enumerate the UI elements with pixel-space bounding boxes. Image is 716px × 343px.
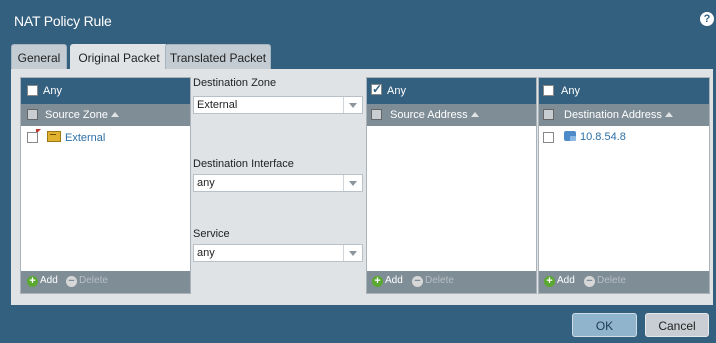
minus-icon: − (412, 276, 423, 287)
source-zone-value[interactable]: External (65, 132, 105, 144)
source-zone-add-button[interactable]: + Add (27, 275, 58, 289)
ok-button[interactable]: OK (572, 313, 637, 337)
destination-address-any-label: Any (561, 85, 580, 97)
delete-label: Delete (79, 275, 108, 286)
nat-policy-rule-dialog: NAT Policy Rule ? General Original Packe… (0, 0, 716, 343)
cancel-button[interactable]: Cancel (645, 313, 709, 337)
source-address-column-label: Source Address (390, 109, 468, 121)
add-label: Add (40, 275, 58, 286)
plus-icon: + (372, 276, 383, 287)
destination-address-add-button[interactable]: + Add (544, 275, 575, 289)
add-label: Add (385, 275, 403, 286)
plus-icon: + (27, 276, 38, 287)
source-zone-any-header: Any (21, 78, 190, 104)
destination-address-any-header: Any (539, 78, 709, 104)
source-zone-delete-button[interactable]: − Delete (66, 275, 108, 289)
service-value: any (197, 247, 215, 259)
chevron-down-icon[interactable] (343, 245, 362, 261)
destination-zone-label: Destination Zone (193, 77, 277, 89)
source-address-any-header: Any (367, 78, 536, 104)
delete-label: Delete (425, 275, 454, 286)
minus-icon: − (66, 276, 77, 287)
source-address-column-header[interactable]: Source Address (367, 104, 536, 126)
source-address-footer: + Add − Delete (367, 271, 536, 293)
dialog-title: NAT Policy Rule (14, 13, 112, 29)
destination-interface-select[interactable]: any (193, 174, 363, 192)
source-zone-grid: Any Source Zone External + Add − Delete (20, 77, 191, 294)
minus-icon: − (584, 276, 595, 287)
tab-translated-packet[interactable]: Translated Packet (165, 44, 271, 70)
source-address-any-checkbox[interactable] (371, 82, 382, 96)
delete-label: Delete (597, 275, 626, 286)
source-address-add-button[interactable]: + Add (372, 275, 403, 289)
source-zone-any-checkbox[interactable] (27, 85, 38, 96)
plus-icon: + (544, 276, 555, 287)
source-address-any-label: Any (387, 85, 406, 97)
address-icon (564, 131, 576, 141)
destination-address-value[interactable]: 10.8.54.8 (580, 131, 626, 143)
source-zone-any-label: Any (43, 85, 62, 97)
tab-original-packet[interactable]: Original Packet (70, 44, 168, 70)
destination-address-grid: Any Destination Address 10.8.54.8 + Add −… (538, 77, 710, 294)
destination-zone-value: External (197, 99, 238, 111)
source-zone-select-all-checkbox[interactable] (27, 109, 38, 120)
table-row[interactable]: External (21, 127, 190, 147)
service-label: Service (193, 228, 230, 240)
destination-address-column-label: Destination Address (564, 109, 662, 121)
source-zone-column-label: Source Zone (45, 109, 108, 121)
destination-address-delete-button[interactable]: − Delete (584, 275, 626, 289)
destination-address-any-checkbox[interactable] (543, 85, 554, 96)
destination-interface-value: any (197, 177, 215, 189)
destination-address-select-all-checkbox[interactable] (543, 109, 554, 120)
title-bar: NAT Policy Rule ? (0, 0, 716, 40)
destination-interface-label: Destination Interface (193, 158, 294, 170)
source-zone-column-header[interactable]: Source Zone (21, 104, 190, 126)
sort-ascending-icon (664, 112, 673, 117)
destination-address-footer: + Add − Delete (539, 271, 709, 293)
row-checkbox[interactable] (543, 132, 554, 143)
source-address-delete-button[interactable]: − Delete (412, 275, 454, 289)
sort-ascending-icon (110, 112, 119, 117)
sort-ascending-icon (470, 112, 479, 117)
table-row[interactable]: 10.8.54.8 (539, 127, 709, 147)
destination-zone-select[interactable]: External (193, 96, 363, 114)
service-select[interactable]: any (193, 244, 363, 262)
source-zone-footer: + Add − Delete (21, 271, 190, 293)
tab-general[interactable]: General (11, 44, 67, 70)
add-label: Add (557, 275, 575, 286)
source-address-grid: Any Source Address +Add −Delete (366, 77, 537, 294)
destination-address-column-header[interactable]: Destination Address (539, 104, 709, 126)
row-checkbox[interactable] (27, 132, 38, 143)
help-icon[interactable]: ? (700, 12, 714, 26)
chevron-down-icon[interactable] (343, 175, 362, 191)
chevron-down-icon[interactable] (343, 97, 362, 113)
original-packet-panel: Any Source Zone External + Add − Delete De… (11, 69, 713, 305)
source-address-select-all-checkbox[interactable] (371, 109, 382, 120)
zone-icon (47, 131, 61, 142)
